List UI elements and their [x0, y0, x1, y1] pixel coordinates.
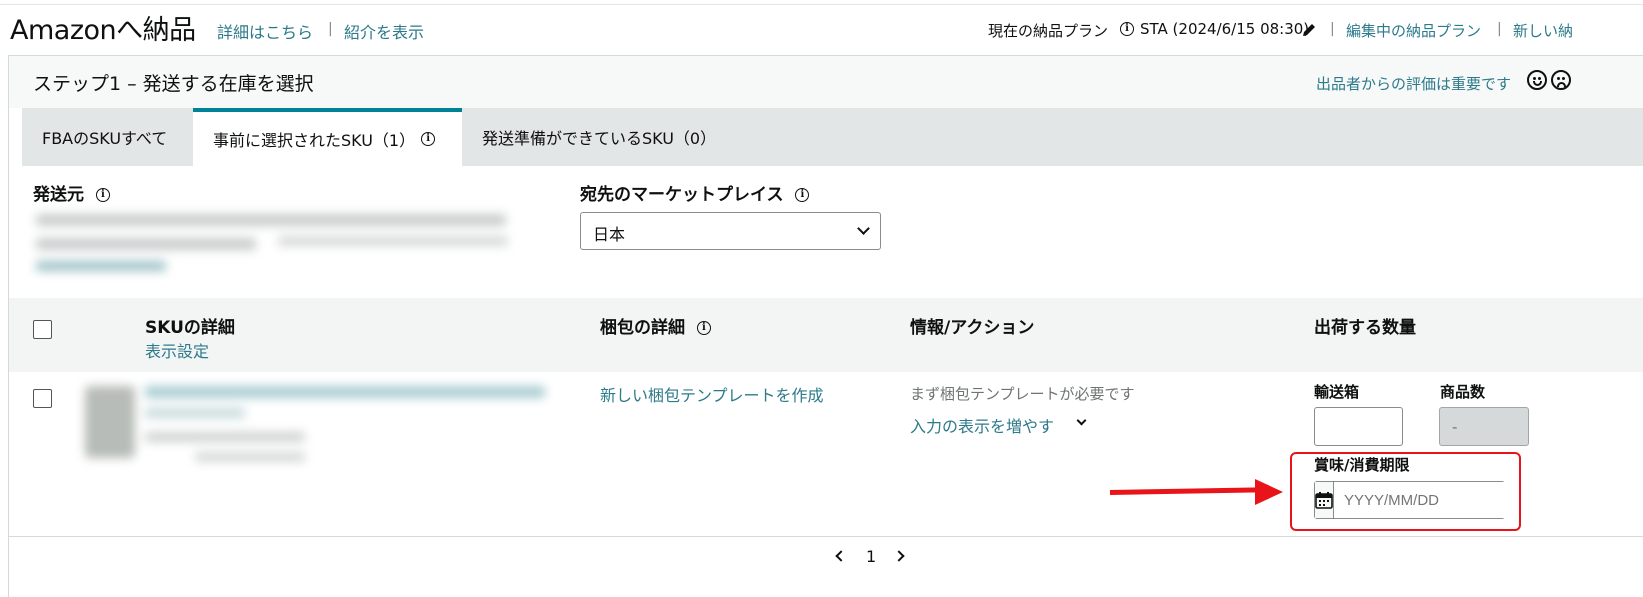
info-icon[interactable]: i [1120, 22, 1134, 36]
marketplace-label: 宛先のマーケットプレイス i [580, 180, 810, 205]
feedback-link[interactable]: 出品者からの評価は重要です [1316, 73, 1511, 94]
row-divider [9, 536, 1643, 537]
step-title: ステップ1 – 発送する在庫を選択 [33, 73, 314, 95]
editing-plan-link[interactable]: 編集中の納品プラン [1346, 20, 1481, 41]
header-separator: | [328, 21, 333, 37]
details-link[interactable]: 詳細はこちら [217, 19, 313, 43]
top-border [0, 4, 1643, 5]
sku-details-header: SKUの詳細 [145, 318, 235, 338]
info-icon[interactable]: i [795, 188, 810, 202]
info-icon[interactable]: i [421, 132, 436, 146]
ship-from-label: 発送元 i [33, 180, 110, 205]
packing-template-required-note: まず梱包テンプレートが必要です [910, 385, 1135, 403]
arrow-annotation-head [1255, 479, 1283, 505]
tab-label: FBAのSKUすべて [42, 129, 168, 148]
create-packing-template-link[interactable]: 新しい梱包テンプレートを作成 [600, 382, 824, 406]
marketplace-select[interactable]: 日本 [580, 212, 881, 250]
info-icon[interactable]: i [95, 188, 110, 202]
current-page-number[interactable]: 1 [866, 547, 876, 566]
tab-label: 事前に選択されたSKU（1） [213, 131, 416, 150]
show-more-inputs-toggle[interactable]: 入力の表示を増やす [910, 413, 1087, 437]
current-plan-value: STA (2024/6/15 08:30) [1140, 20, 1310, 38]
sad-face-icon[interactable] [1551, 70, 1571, 90]
show-more-inputs-label: 入力の表示を増やす [910, 417, 1055, 436]
units-label: 商品数 [1440, 383, 1486, 401]
quantity-header: 出荷する数量 [1314, 318, 1416, 338]
boxes-label: 輸送箱 [1314, 383, 1360, 401]
ship-from-text: 発送元 [33, 185, 84, 205]
info-icon[interactable]: i [696, 321, 711, 335]
select-all-checkbox[interactable] [33, 320, 52, 339]
intro-link[interactable]: 紹介を表示 [344, 19, 424, 43]
tab-label: 発送準備ができているSKU（0） [482, 129, 717, 148]
happy-face-icon[interactable] [1527, 70, 1547, 90]
info-action-header: 情報/アクション [910, 318, 1035, 338]
tab-preselected-skus[interactable]: 事前に選択されたSKU（1） i [193, 108, 462, 166]
chevron-down-icon [857, 222, 870, 235]
marketplace-text: 宛先のマーケットプレイス [580, 185, 784, 205]
packing-header-text: 梱包の詳細 [600, 318, 685, 338]
row-checkbox[interactable] [33, 389, 52, 408]
new-plan-link[interactable]: 新しい納 [1513, 20, 1573, 41]
marketplace-selected-value: 日本 [593, 225, 626, 244]
header-separator: | [1497, 21, 1502, 37]
pencil-icon[interactable] [1301, 22, 1317, 38]
page-title: Amazonへ納品 [10, 15, 196, 46]
highlight-box-annotation [1290, 452, 1521, 531]
ship-from-address-redacted [28, 206, 543, 286]
tab-ready-to-ship-skus[interactable]: 発送準備ができているSKU（0） [462, 108, 736, 166]
boxes-input[interactable] [1314, 407, 1403, 446]
header-separator: | [1330, 21, 1335, 37]
display-settings-link[interactable]: 表示設定 [145, 338, 209, 362]
sku-product-info-redacted [75, 374, 565, 489]
tab-all-fba-skus[interactable]: FBAのSKUすべて [22, 108, 187, 166]
packing-details-header: 梱包の詳細 i [600, 313, 711, 338]
current-plan-label: 現在の納品プラン [988, 22, 1109, 40]
units-field-disabled: - [1439, 407, 1529, 446]
